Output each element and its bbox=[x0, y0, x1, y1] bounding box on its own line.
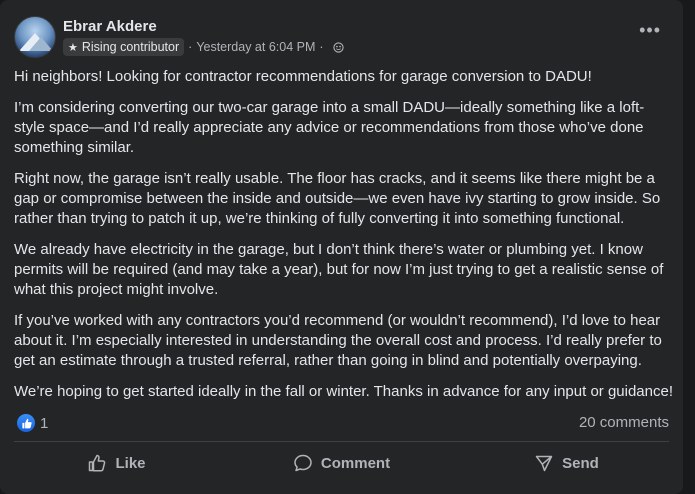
post-paragraph: I’m considering converting our two-car g… bbox=[14, 99, 645, 156]
comment-button[interactable]: Comment bbox=[229, 447, 454, 479]
comment-icon bbox=[294, 454, 312, 472]
post-actions: Like Comment Send bbox=[4, 447, 679, 479]
meta-separator-2: · bbox=[319, 40, 324, 54]
post-header: Ebrar Akdere ★ Rising contributor · Yest… bbox=[14, 16, 669, 60]
globe-icon bbox=[332, 41, 344, 53]
thumbs-up-glyph bbox=[21, 418, 32, 428]
timestamp[interactable]: Yesterday at 6:04 PM bbox=[196, 40, 315, 54]
post-paragraph: Right now, the garage isn’t really usabl… bbox=[14, 170, 661, 227]
post-meta: ★ Rising contributor · Yesterday at 6:04… bbox=[63, 38, 344, 56]
more-options-icon[interactable]: ••• bbox=[639, 21, 661, 39]
thumbs-up-icon bbox=[89, 454, 106, 472]
send-icon bbox=[535, 455, 553, 472]
send-label: Send bbox=[562, 454, 599, 472]
post-paragraph: We already have electricity in the garag… bbox=[14, 241, 664, 298]
contributor-badge[interactable]: ★ Rising contributor bbox=[63, 38, 185, 56]
like-button[interactable]: Like bbox=[4, 447, 229, 479]
meta-separator: · bbox=[188, 40, 193, 54]
post-paragraph: We’re hoping to get started ideally in t… bbox=[14, 383, 674, 400]
post-paragraph: If you’ve worked with any contractors yo… bbox=[14, 312, 662, 369]
avatar[interactable] bbox=[14, 16, 56, 58]
comment-count[interactable]: 20 comments bbox=[579, 414, 669, 431]
post-paragraph: Hi neighbors! Looking for contractor rec… bbox=[14, 68, 592, 85]
send-button[interactable]: Send bbox=[454, 447, 679, 479]
actions-divider bbox=[14, 441, 669, 442]
author-name[interactable]: Ebrar Akdere bbox=[63, 18, 157, 35]
like-count[interactable]: 1 bbox=[40, 415, 48, 432]
like-label: Like bbox=[115, 454, 146, 472]
post-body: Hi neighbors! Looking for contractor rec… bbox=[14, 67, 674, 413]
badge-label: Rising contributor bbox=[81, 40, 180, 54]
post-card: Ebrar Akdere ★ Rising contributor · Yest… bbox=[0, 0, 683, 494]
post-stats: 1 20 comments bbox=[14, 413, 669, 435]
like-reaction-icon[interactable] bbox=[17, 414, 35, 432]
star-icon: ★ bbox=[68, 41, 78, 54]
comment-label: Comment bbox=[320, 454, 391, 472]
avatar-mountain-back bbox=[29, 37, 53, 51]
